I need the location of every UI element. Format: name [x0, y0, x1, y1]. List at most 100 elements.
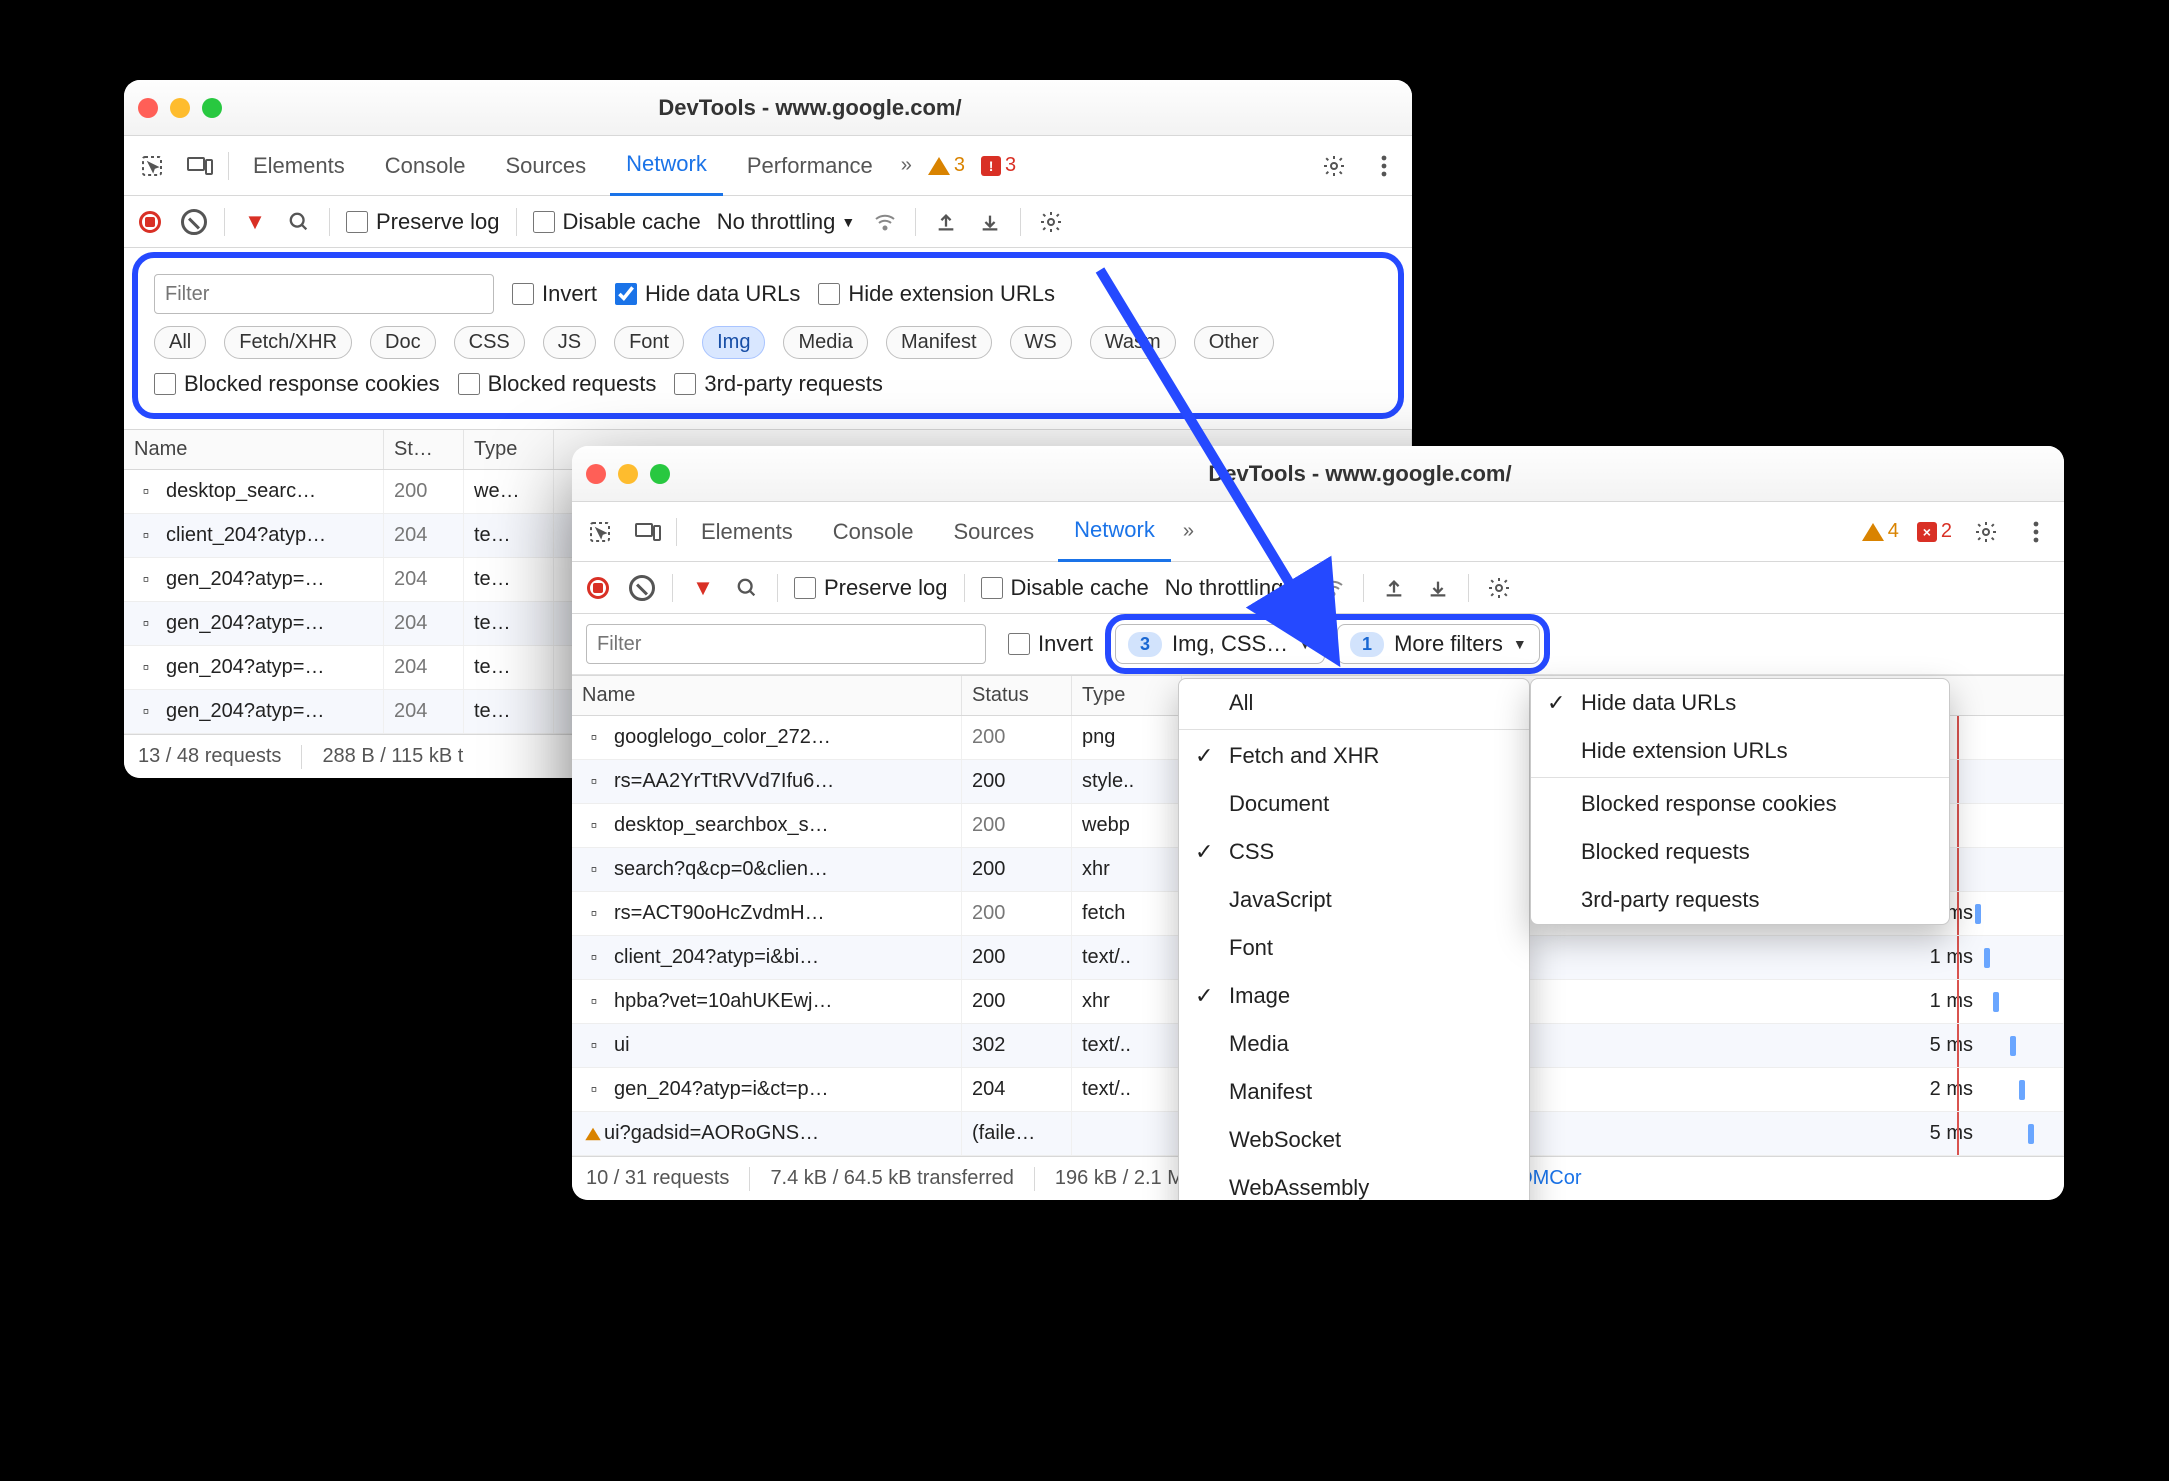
menu-item-document[interactable]: Document [1179, 780, 1529, 828]
download-har-icon[interactable] [1424, 574, 1452, 602]
preserve-log-checkbox[interactable]: Preserve log [794, 575, 948, 601]
menu-item-websocket[interactable]: WebSocket [1179, 1116, 1529, 1164]
throttling-select[interactable]: No throttling▼ [717, 209, 855, 235]
preserve-log-checkbox[interactable]: Preserve log [346, 209, 500, 235]
chip-all[interactable]: All [154, 326, 206, 359]
col-name[interactable]: Name [124, 430, 384, 469]
menu-item-webassembly[interactable]: WebAssembly [1179, 1164, 1529, 1200]
minimize-icon[interactable] [618, 464, 638, 484]
titlebar[interactable]: DevTools - www.google.com/ [124, 80, 1412, 136]
inspect-icon[interactable] [580, 520, 620, 544]
warnings-badge[interactable]: 3 [924, 154, 969, 177]
tab-console[interactable]: Console [369, 136, 482, 196]
tab-sources[interactable]: Sources [489, 136, 602, 196]
menu-item-css[interactable]: CSS [1179, 828, 1529, 876]
settings-icon[interactable] [1314, 154, 1354, 178]
errors-badge[interactable]: !3 [977, 154, 1020, 177]
search-icon[interactable] [285, 208, 313, 236]
chip-doc[interactable]: Doc [370, 326, 436, 359]
record-button[interactable] [136, 208, 164, 236]
chip-fetch-xhr[interactable]: Fetch/XHR [224, 326, 352, 359]
hide-data-urls-checkbox[interactable]: Hide data URLs [615, 281, 800, 307]
inspect-icon[interactable] [132, 154, 172, 178]
disable-cache-checkbox[interactable]: Disable cache [981, 575, 1149, 601]
throttling-select[interactable]: No throttling▼ [1165, 575, 1303, 601]
network-settings-icon[interactable] [1485, 574, 1513, 602]
tab-elements[interactable]: Elements [685, 502, 809, 562]
traffic-lights [138, 98, 222, 118]
chip-img[interactable]: Img [702, 326, 765, 359]
menu-item-hide-data-urls[interactable]: Hide data URLs [1531, 679, 1949, 727]
invert-checkbox[interactable]: Invert [512, 281, 597, 307]
blocked-response-cookies-checkbox[interactable]: Blocked response cookies [154, 371, 440, 397]
chip-ws[interactable]: WS [1010, 326, 1072, 359]
chip-font[interactable]: Font [614, 326, 684, 359]
menu-item-image[interactable]: Image [1179, 972, 1529, 1020]
settings-icon[interactable] [1966, 520, 2006, 544]
chip-media[interactable]: Media [783, 326, 867, 359]
kebab-menu-icon[interactable] [1364, 155, 1404, 177]
filter-input[interactable] [586, 624, 986, 664]
hide-extension-urls-checkbox[interactable]: Hide extension URLs [818, 281, 1055, 307]
disable-cache-checkbox[interactable]: Disable cache [533, 209, 701, 235]
search-icon[interactable] [733, 574, 761, 602]
tab-console[interactable]: Console [817, 502, 930, 562]
request-type-count-badge: 3 [1128, 632, 1162, 657]
menu-item-fetch-and-xhr[interactable]: Fetch and XHR [1179, 732, 1529, 780]
blocked-requests-checkbox[interactable]: Blocked requests [458, 371, 657, 397]
tab-network[interactable]: Network [1058, 502, 1171, 562]
menu-item-hide-extension-urls[interactable]: Hide extension URLs [1531, 727, 1949, 775]
menu-item-javascript[interactable]: JavaScript [1179, 876, 1529, 924]
device-toolbar-icon[interactable] [628, 521, 668, 543]
col-type[interactable]: Type [464, 430, 554, 469]
clear-button[interactable] [628, 574, 656, 602]
menu-item-media[interactable]: Media [1179, 1020, 1529, 1068]
kebab-menu-icon[interactable] [2016, 521, 2056, 543]
third-party-requests-checkbox[interactable]: 3rd-party requests [674, 371, 883, 397]
filter-input[interactable] [154, 274, 494, 314]
chip-wasm[interactable]: Wasm [1090, 326, 1176, 359]
record-button[interactable] [584, 574, 612, 602]
menu-item-font[interactable]: Font [1179, 924, 1529, 972]
menu-item-blocked-requests[interactable]: Blocked requests [1531, 828, 1949, 876]
network-settings-icon[interactable] [1037, 208, 1065, 236]
more-filters-button[interactable]: 1 More filters ▼ [1337, 624, 1540, 664]
chip-other[interactable]: Other [1194, 326, 1274, 359]
network-conditions-icon[interactable] [871, 208, 899, 236]
clear-button[interactable] [180, 208, 208, 236]
menu-item-manifest[interactable]: Manifest [1179, 1068, 1529, 1116]
menu-item-all[interactable]: All [1179, 679, 1529, 727]
tab-sources[interactable]: Sources [937, 502, 1050, 562]
more-tabs-icon[interactable]: » [1179, 520, 1198, 543]
tab-network[interactable]: Network [610, 136, 723, 196]
filter-icon[interactable]: ▼ [241, 208, 269, 236]
col-type[interactable]: Type [1072, 676, 1182, 715]
upload-har-icon[interactable] [932, 208, 960, 236]
warnings-badge[interactable]: 4 [1858, 520, 1903, 543]
chip-manifest[interactable]: Manifest [886, 326, 992, 359]
maximize-icon[interactable] [650, 464, 670, 484]
col-status[interactable]: Status [962, 676, 1072, 715]
network-conditions-icon[interactable] [1319, 574, 1347, 602]
filter-icon[interactable]: ▼ [689, 574, 717, 602]
chip-js[interactable]: JS [543, 326, 596, 359]
close-icon[interactable] [586, 464, 606, 484]
close-icon[interactable] [138, 98, 158, 118]
menu-item-blocked-response-cookies[interactable]: Blocked response cookies [1531, 780, 1949, 828]
more-tabs-icon[interactable]: » [897, 154, 916, 177]
download-har-icon[interactable] [976, 208, 1004, 236]
col-name[interactable]: Name [572, 676, 962, 715]
errors-badge[interactable]: ×2 [1913, 520, 1956, 543]
request-type-filter-button[interactable]: 3 Img, CSS… ▼ [1115, 624, 1325, 664]
tab-elements[interactable]: Elements [237, 136, 361, 196]
minimize-icon[interactable] [170, 98, 190, 118]
chip-css[interactable]: CSS [454, 326, 525, 359]
menu-item-3rd-party-requests[interactable]: 3rd-party requests [1531, 876, 1949, 924]
col-status[interactable]: St… [384, 430, 464, 469]
device-toolbar-icon[interactable] [180, 155, 220, 177]
maximize-icon[interactable] [202, 98, 222, 118]
tab-performance[interactable]: Performance [731, 136, 889, 196]
upload-har-icon[interactable] [1380, 574, 1408, 602]
invert-checkbox[interactable]: Invert [1008, 631, 1093, 657]
titlebar[interactable]: DevTools - www.google.com/ [572, 446, 2064, 502]
